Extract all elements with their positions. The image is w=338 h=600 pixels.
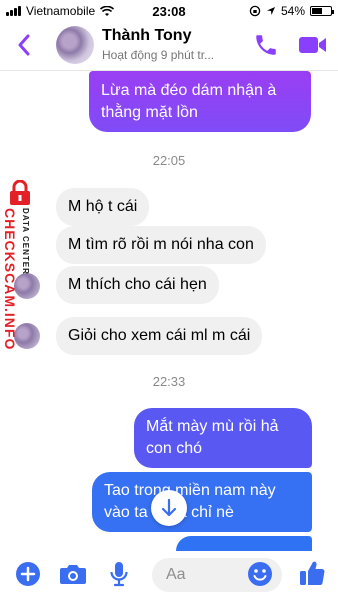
watermark-sub: DATA CENTER bbox=[21, 208, 30, 275]
outgoing-message[interactable] bbox=[176, 536, 312, 551]
status-bar: Vietnamobile 23:08 54% bbox=[0, 0, 338, 22]
timestamp: 22:33 bbox=[152, 374, 186, 389]
activity-status: Hoạt động 9 phút tr... bbox=[102, 48, 215, 62]
outgoing-message[interactable]: Mắt mày mù rồi hả con chó bbox=[134, 408, 312, 468]
message-list[interactable]: Lừa mà đéo dám nhận à thằng mặt lồn 22:0… bbox=[0, 71, 338, 551]
avatar[interactable] bbox=[56, 26, 94, 64]
contact-name[interactable]: Thành Tony bbox=[102, 27, 191, 45]
incoming-message[interactable]: M tìm rõ rồi m nói nha con bbox=[56, 226, 266, 264]
lock-icon bbox=[10, 180, 30, 205]
message-composer: Aa bbox=[0, 551, 338, 600]
microphone-icon[interactable] bbox=[108, 560, 130, 588]
video-icon[interactable] bbox=[298, 34, 328, 56]
incoming-message[interactable]: M hộ t cái bbox=[56, 188, 150, 226]
timestamp: 22:05 bbox=[152, 153, 186, 168]
outgoing-message[interactable]: Lừa mà đéo dám nhận à thằng mặt lồn bbox=[89, 71, 311, 132]
arrow-down-icon bbox=[161, 498, 177, 517]
watermark: CHECKSCAM.INFO DATA CENTER bbox=[2, 180, 36, 350]
outgoing-message[interactable]: Tao trong miền nam này vào ta o địa chỉ … bbox=[92, 472, 312, 532]
thumbs-up-icon[interactable] bbox=[298, 559, 326, 587]
location-icon bbox=[266, 7, 275, 15]
incoming-message[interactable]: M thích cho cái hẹn bbox=[56, 266, 219, 304]
camera-icon[interactable] bbox=[59, 562, 87, 586]
emoji-icon[interactable] bbox=[247, 561, 273, 587]
battery-icon bbox=[310, 6, 334, 16]
phone-icon[interactable] bbox=[253, 32, 279, 58]
rotation-lock-icon bbox=[249, 5, 261, 17]
watermark-main: CHECKSCAM.INFO bbox=[2, 208, 18, 351]
status-right: 54% bbox=[249, 4, 334, 18]
plus-icon[interactable] bbox=[15, 561, 41, 587]
back-icon[interactable] bbox=[12, 30, 38, 60]
message-input-placeholder: Aa bbox=[166, 566, 186, 583]
battery-percent: 54% bbox=[280, 4, 305, 18]
conversation-header: Thành Tony Hoạt động 9 phút tr... bbox=[0, 22, 338, 71]
scroll-to-bottom-button[interactable] bbox=[151, 490, 187, 526]
incoming-message[interactable]: Giỏi cho xem cái ml m cái bbox=[56, 317, 263, 355]
